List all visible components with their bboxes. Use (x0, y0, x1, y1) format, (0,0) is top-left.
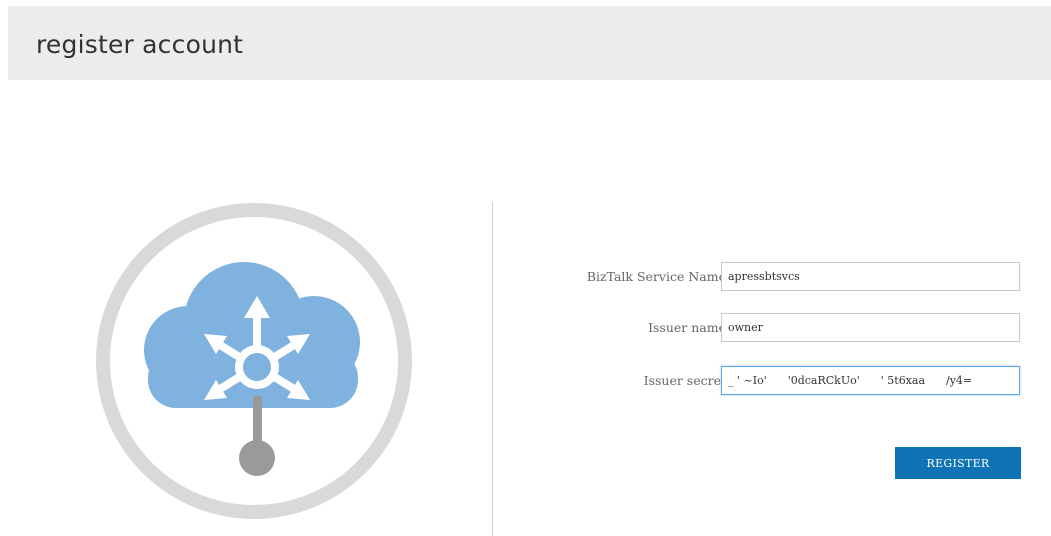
vertical-divider (492, 202, 493, 536)
form-row-service-name: BizTalk Service Name (520, 262, 1020, 292)
issuer-secret-label: Issuer secret (643, 373, 726, 388)
register-button[interactable]: REGISTER (895, 447, 1021, 479)
service-name-label: BizTalk Service Name (586, 269, 726, 284)
issuer-secret-input[interactable] (721, 366, 1020, 395)
page-title: register account (36, 30, 244, 59)
page-header: register account (8, 6, 1051, 80)
biztalk-illustration (96, 200, 426, 536)
register-account-page: register account BizTalk Service Name ap… (0, 0, 1051, 536)
form-row-issuer-name: Issuer name (520, 313, 1020, 343)
form-row-issuer-secret: Issuer secret (520, 366, 1020, 396)
service-name-input[interactable] (721, 262, 1020, 291)
issuer-name-label: Issuer name (648, 320, 726, 335)
cloud-hub-icon (96, 203, 412, 519)
issuer-name-input[interactable] (721, 313, 1020, 342)
